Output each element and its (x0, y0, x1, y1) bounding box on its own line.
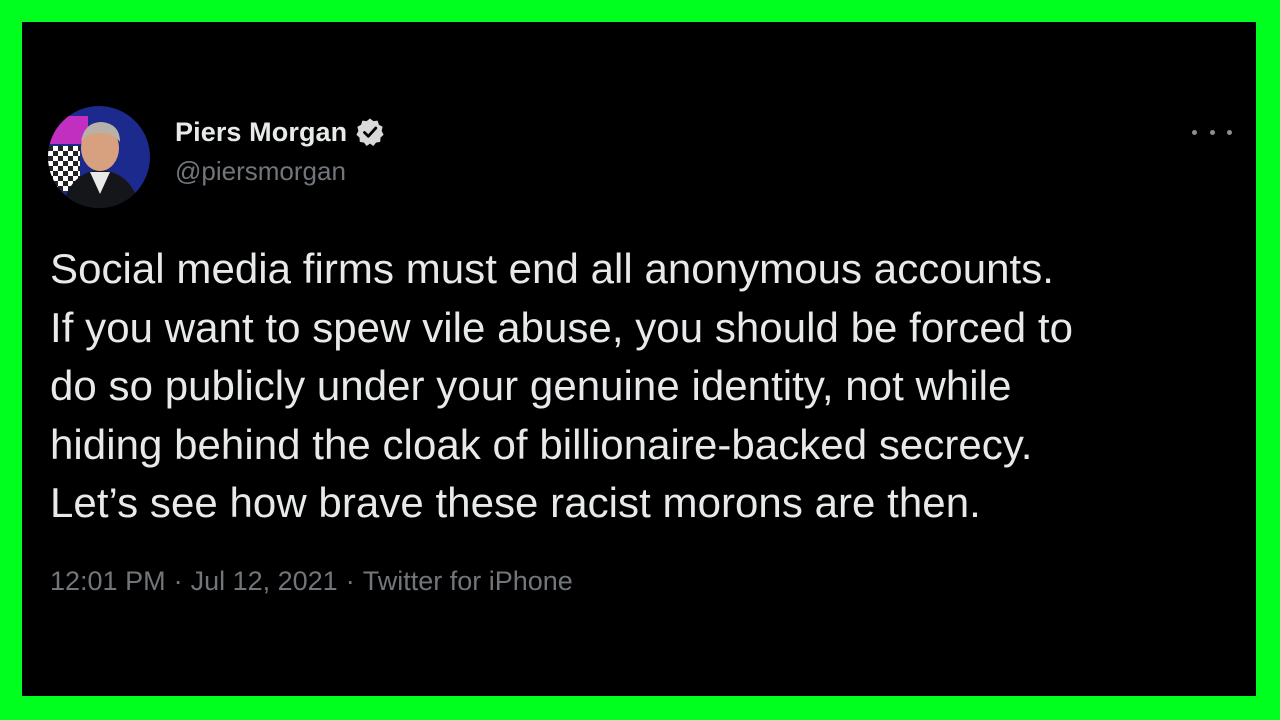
display-name[interactable]: Piers Morgan (175, 117, 347, 148)
green-frame: Piers Morgan @piersmorgan Social media f… (0, 0, 1280, 720)
avatar-image (48, 106, 150, 208)
author-name-row[interactable]: Piers Morgan (175, 114, 385, 150)
tweet-date[interactable]: Jul 12, 2021 (191, 566, 338, 597)
more-dot (1209, 129, 1215, 135)
more-dot (1192, 129, 1197, 135)
separator: · (173, 566, 183, 596)
more-dot (1227, 129, 1232, 135)
author-handle[interactable]: @piersmorgan (175, 156, 346, 187)
avatar[interactable] (48, 106, 150, 208)
tweet-text: Social media firms must end all anonymou… (50, 245, 1074, 526)
tweet-card: Piers Morgan @piersmorgan Social media f… (22, 22, 1256, 696)
tweet-time[interactable]: 12:01 PM (50, 566, 166, 597)
tweet-metadata: 12:01 PM · Jul 12, 2021 · Twitter for iP… (50, 566, 573, 597)
tweet-source[interactable]: Twitter for iPhone (363, 566, 573, 597)
verified-badge-icon (355, 117, 385, 147)
more-options-icon[interactable] (1192, 120, 1232, 144)
separator: · (345, 566, 355, 596)
